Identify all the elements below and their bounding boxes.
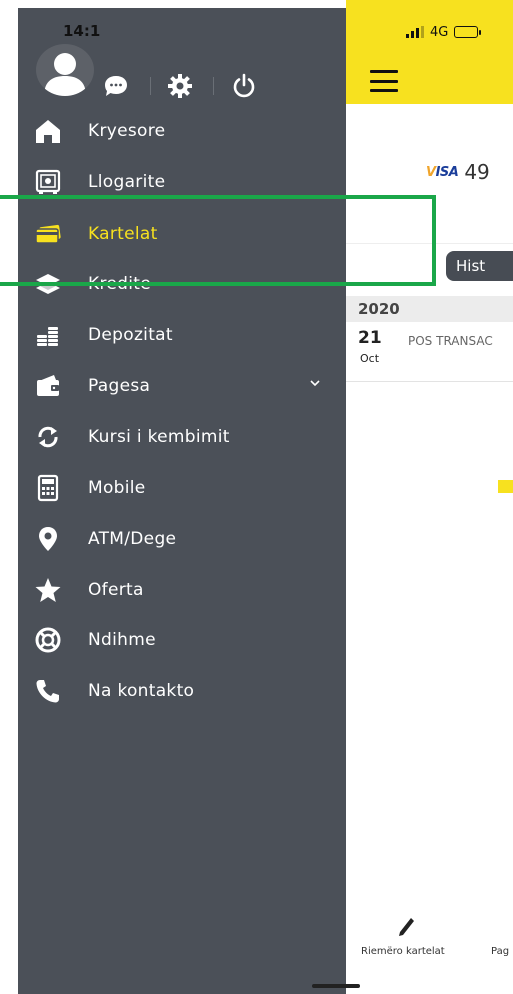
menu-item-label: Ndihme bbox=[88, 630, 156, 650]
menu-item-label: Na kontakto bbox=[88, 681, 195, 701]
menu-item-label: Kryesore bbox=[88, 121, 166, 141]
loading-indicator bbox=[498, 480, 513, 493]
app-header: 4G bbox=[346, 0, 513, 104]
hamburger-menu-icon[interactable] bbox=[370, 70, 398, 92]
menu-item-kryesore[interactable]: Kryesore bbox=[18, 109, 346, 153]
status-time: 14:1 bbox=[63, 22, 101, 40]
drawer-top-strip bbox=[18, 0, 346, 8]
chat-icon[interactable] bbox=[103, 74, 129, 98]
tab-history[interactable]: Hist bbox=[446, 251, 513, 281]
menu-item-label: Mobile bbox=[88, 478, 146, 498]
menu-item-oferta[interactable]: Oferta bbox=[18, 568, 346, 612]
menu-item-label: Llogarite bbox=[88, 172, 166, 192]
home-indicator bbox=[312, 984, 360, 988]
screen-margin bbox=[0, 0, 18, 994]
rename-cards-button[interactable]: Riemëro kartelat bbox=[361, 946, 445, 957]
gear-icon[interactable] bbox=[167, 73, 193, 99]
transaction-month: Oct bbox=[360, 352, 380, 365]
user-icon bbox=[44, 53, 86, 96]
star-icon bbox=[32, 574, 64, 606]
chevron-down-icon[interactable] bbox=[308, 376, 322, 390]
power-icon[interactable] bbox=[230, 72, 258, 100]
transaction-day: 21 bbox=[358, 328, 382, 348]
menu-item-kursi-i-kembimit[interactable]: Kursi i kembimit bbox=[18, 415, 346, 459]
highlight-box bbox=[0, 195, 436, 286]
menu-item-atm-dege[interactable]: ATM/Dege bbox=[18, 517, 346, 561]
menu-item-label: Pagesa bbox=[88, 376, 151, 396]
signal-icon bbox=[406, 26, 424, 38]
menu-item-label: Oferta bbox=[88, 580, 144, 600]
divider bbox=[213, 77, 214, 95]
location-pin-icon bbox=[32, 523, 64, 555]
lifebuoy-icon bbox=[32, 624, 64, 656]
avatar[interactable] bbox=[36, 44, 94, 96]
bottom-actions: Riemëro kartelat Pag bbox=[346, 912, 513, 962]
divider bbox=[150, 77, 151, 95]
menu-item-label: Depozitat bbox=[88, 325, 173, 345]
status-indicators: 4G bbox=[406, 22, 482, 42]
home-icon bbox=[32, 115, 64, 147]
menu-item-label: ATM/Dege bbox=[88, 529, 177, 549]
menu-item-ndihme[interactable]: Ndihme bbox=[18, 618, 346, 662]
card-screen: 4G VISA 49 Hist 2020 21 Oct POS TRANSAC … bbox=[346, 0, 513, 994]
exchange-icon bbox=[32, 421, 64, 453]
transaction-row[interactable]: 21 Oct POS TRANSAC bbox=[346, 322, 513, 382]
menu-item-depozitat[interactable]: Depozitat bbox=[18, 313, 346, 357]
menu-item-mobile[interactable]: Mobile bbox=[18, 466, 346, 510]
visa-logo: VISA bbox=[426, 164, 459, 180]
menu-item-label: Kursi i kembimit bbox=[88, 427, 230, 447]
calculator-icon bbox=[32, 472, 64, 504]
coins-icon bbox=[32, 319, 64, 351]
network-label: 4G bbox=[430, 24, 449, 40]
card-number: 49 bbox=[464, 160, 490, 184]
transaction-description: POS TRANSAC bbox=[408, 334, 493, 348]
pencil-icon[interactable] bbox=[396, 912, 416, 938]
safe-icon bbox=[32, 166, 64, 198]
battery-icon bbox=[454, 26, 482, 38]
year-header: 2020 bbox=[346, 296, 513, 322]
wallet-icon bbox=[32, 370, 64, 402]
pay-button[interactable]: Pag bbox=[491, 946, 509, 957]
phone-icon bbox=[32, 675, 64, 707]
menu-item-pagesa[interactable]: Pagesa bbox=[18, 364, 346, 408]
menu-item-na-kontakto[interactable]: Na kontakto bbox=[18, 669, 346, 713]
card-selector[interactable]: VISA 49 bbox=[426, 160, 490, 184]
